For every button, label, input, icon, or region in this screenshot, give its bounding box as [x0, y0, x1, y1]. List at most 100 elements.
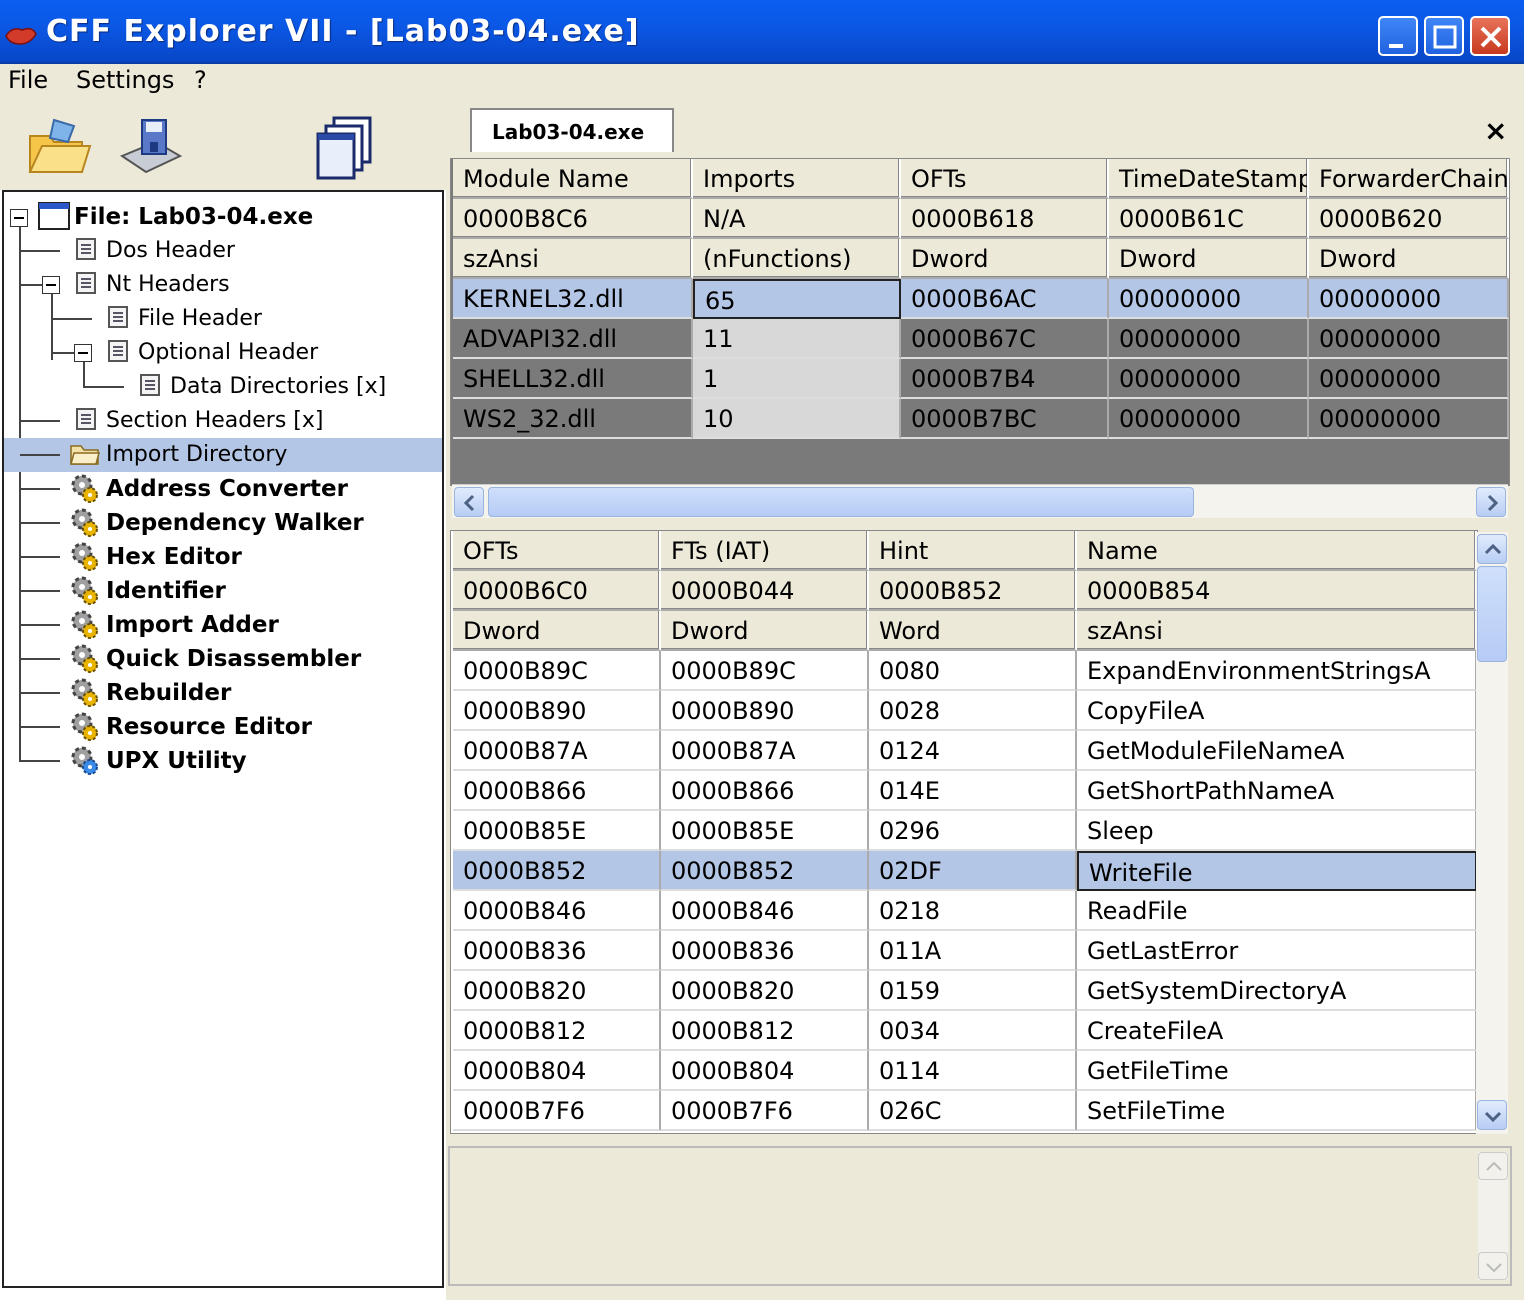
module-row-cell[interactable]: 00000000	[1309, 359, 1509, 399]
function-row-cell[interactable]: GetSystemDirectoryA	[1077, 971, 1477, 1011]
function-row-cell[interactable]: 0000B812	[453, 1011, 661, 1051]
function-row-cell[interactable]: CreateFileA	[1077, 1011, 1477, 1051]
function-row-cell[interactable]: GetFileTime	[1077, 1051, 1477, 1091]
function-row-cell[interactable]: 0000B836	[453, 931, 661, 971]
offset-cell[interactable]: 0000B61C	[1109, 199, 1309, 239]
function-row-cell[interactable]: Sleep	[1077, 811, 1477, 851]
offset-cell[interactable]: N/A	[693, 199, 901, 239]
function-row-cell[interactable]: 0000B89C	[453, 651, 661, 691]
tree-item-nt-headers[interactable]: Nt Headers	[4, 268, 442, 302]
tree-item-upx-utility[interactable]: UPX Utility	[4, 744, 442, 778]
type-cell[interactable]: Dword	[661, 611, 869, 651]
column-header[interactable]: ForwarderChain	[1309, 159, 1509, 199]
type-cell[interactable]: Dword	[1109, 239, 1309, 279]
function-row-cell[interactable]: GetModuleFileNameA	[1077, 731, 1477, 771]
tree-item-rebuilder[interactable]: Rebuilder	[4, 676, 442, 710]
module-row-cell[interactable]: 00000000	[1109, 359, 1309, 399]
type-cell[interactable]: (nFunctions)	[693, 239, 901, 279]
function-row-cell[interactable]: GetShortPathNameA	[1077, 771, 1477, 811]
module-row-cell[interactable]: 00000000	[1109, 399, 1309, 439]
module-row-cell[interactable]: ADVAPI32.dll	[453, 319, 693, 359]
function-row-cell[interactable]: 014E	[869, 771, 1077, 811]
menu-help[interactable]: ?	[194, 66, 207, 94]
module-row-cell[interactable]: 00000000	[1309, 399, 1509, 439]
function-row-cell[interactable]: 0000B804	[453, 1051, 661, 1091]
module-row-cell[interactable]: 10	[693, 399, 901, 439]
offset-cell[interactable]: 0000B044	[661, 571, 869, 611]
function-row-cell[interactable]: ExpandEnvironmentStringsA	[1077, 651, 1477, 691]
module-row-cell[interactable]: 00000000	[1109, 279, 1309, 319]
tree-item-section-headers[interactable]: Section Headers [x]	[4, 404, 442, 438]
module-row-cell[interactable]: 00000000	[1309, 279, 1509, 319]
function-row-cell[interactable]: 0000B820	[661, 971, 869, 1011]
tree-item-resource-editor[interactable]: Resource Editor	[4, 710, 442, 744]
details-scroll-down-button[interactable]	[1478, 1252, 1508, 1280]
collapse-icon[interactable]	[74, 344, 92, 362]
function-row-cell[interactable]: 0000B7F6	[453, 1091, 661, 1131]
scroll-thumb[interactable]	[488, 487, 1194, 517]
offset-cell[interactable]: 0000B854	[1077, 571, 1477, 611]
function-row-cell[interactable]: 02DF	[869, 851, 1077, 891]
title-bar[interactable]: CFF Explorer VII - [Lab03-04.exe]	[0, 0, 1524, 64]
function-row-cell[interactable]: 0000B87A	[661, 731, 869, 771]
column-header[interactable]: Hint	[869, 531, 1077, 571]
module-row-cell[interactable]: 0000B7B4	[901, 359, 1109, 399]
function-row-cell[interactable]: 0000B846	[661, 891, 869, 931]
scroll-left-button[interactable]	[454, 487, 484, 517]
offset-cell[interactable]: 0000B8C6	[453, 199, 693, 239]
tree-item-hex-editor[interactable]: Hex Editor	[4, 540, 442, 574]
functions-table[interactable]: OFTs 0000B6C0 Dword FTs (IAT) 0000B044 Dword H…	[450, 530, 1478, 1134]
scroll-thumb[interactable]	[1477, 566, 1507, 662]
maximize-button[interactable]	[1424, 16, 1464, 56]
modules-table[interactable]: Module Name 0000B8C6 szAnsi Imports N/A (nFun…	[450, 158, 1510, 486]
column-header[interactable]: OFTs	[901, 159, 1109, 199]
module-row-cell[interactable]: 65	[693, 279, 901, 319]
function-row-cell[interactable]: 0000B87A	[453, 731, 661, 771]
function-row-cell[interactable]: 0124	[869, 731, 1077, 771]
tree-item-import-adder[interactable]: Import Adder	[4, 608, 442, 642]
tree-item-address-converter[interactable]: Address Converter	[4, 472, 442, 506]
module-row-cell[interactable]: WS2_32.dll	[453, 399, 693, 439]
function-row-cell[interactable]: 0000B866	[453, 771, 661, 811]
tree-item-dos-header[interactable]: Dos Header	[4, 234, 442, 268]
function-row-cell[interactable]: CopyFileA	[1077, 691, 1477, 731]
tree-item-data-directories[interactable]: Data Directories [x]	[4, 370, 442, 404]
details-panel[interactable]	[448, 1146, 1512, 1286]
column-header[interactable]: Name	[1077, 531, 1477, 571]
function-row-cell[interactable]: 0000B812	[661, 1011, 869, 1051]
function-row-cell[interactable]: 0000B85E	[453, 811, 661, 851]
collapse-icon[interactable]	[42, 276, 60, 294]
tree-item-identifier[interactable]: Identifier	[4, 574, 442, 608]
type-cell[interactable]: szAnsi	[1077, 611, 1477, 651]
type-cell[interactable]: szAnsi	[453, 239, 693, 279]
function-row-cell[interactable]: 0000B804	[661, 1051, 869, 1091]
type-cell[interactable]: Dword	[1309, 239, 1509, 279]
module-row-cell[interactable]: 1	[693, 359, 901, 399]
close-window-button[interactable]	[1470, 16, 1510, 56]
details-vertical-scrollbar[interactable]	[1478, 1152, 1508, 1280]
scroll-right-button[interactable]	[1476, 487, 1506, 517]
scroll-up-button[interactable]	[1477, 534, 1507, 564]
column-header[interactable]: Module Name	[453, 159, 693, 199]
function-row-cell[interactable]: ReadFile	[1077, 891, 1477, 931]
module-row-cell[interactable]: 0000B6AC	[901, 279, 1109, 319]
type-cell[interactable]: Dword	[901, 239, 1109, 279]
function-row-cell[interactable]: WriteFile	[1077, 851, 1477, 891]
column-header[interactable]: TimeDateStamp	[1109, 159, 1309, 199]
tree-item-optional-header[interactable]: Optional Header	[4, 336, 442, 370]
function-row-cell[interactable]: 0000B836	[661, 931, 869, 971]
function-row-cell[interactable]: SetFileTime	[1077, 1091, 1477, 1131]
tree-item-file-header[interactable]: File Header	[4, 302, 442, 336]
module-row-cell[interactable]: 0000B67C	[901, 319, 1109, 359]
module-row-cell[interactable]: SHELL32.dll	[453, 359, 693, 399]
module-row-cell[interactable]: 11	[693, 319, 901, 359]
module-row-cell[interactable]: 00000000	[1109, 319, 1309, 359]
tree-item-dependency-walker[interactable]: Dependency Walker	[4, 506, 442, 540]
function-row-cell[interactable]: GetLastError	[1077, 931, 1477, 971]
column-header[interactable]: Imports	[693, 159, 901, 199]
offset-cell[interactable]: 0000B618	[901, 199, 1109, 239]
function-row-cell[interactable]: 0000B820	[453, 971, 661, 1011]
function-row-cell[interactable]: 0000B846	[453, 891, 661, 931]
function-row-cell[interactable]: 0080	[869, 651, 1077, 691]
tree-root[interactable]: File: Lab03-04.exe	[4, 200, 442, 234]
